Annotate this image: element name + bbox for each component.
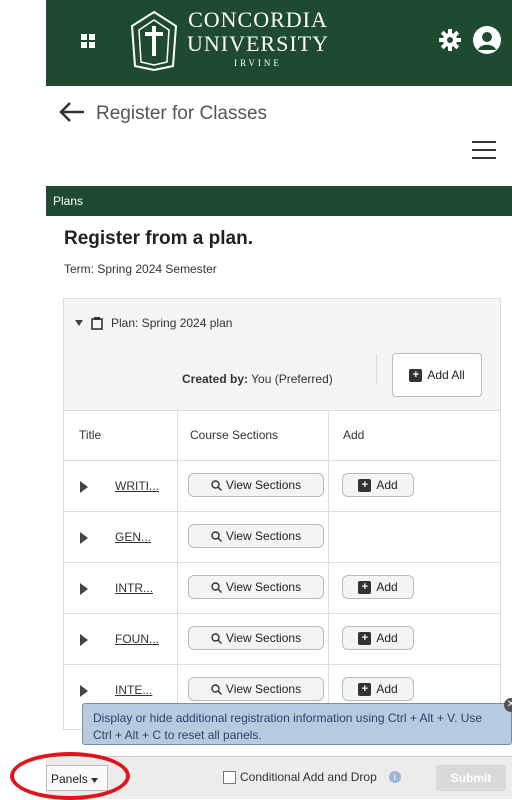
close-icon[interactable]: ✕ — [504, 698, 512, 712]
add-all-label: Add All — [427, 368, 465, 382]
top-navigation-bar: CONCORDIA UNIVERSITY IRVINE — [46, 0, 512, 86]
course-title-link[interactable]: INTR... — [115, 581, 153, 595]
column-header-title: Title — [79, 428, 102, 442]
search-icon — [211, 479, 222, 491]
expand-row-icon[interactable] — [80, 685, 88, 697]
search-icon — [211, 581, 222, 593]
footer-toolbar: Panels Conditional Add and Drop i Submit — [46, 756, 512, 799]
view-sections-label: View Sections — [225, 682, 302, 696]
view-sections-button[interactable]: View Sections — [188, 677, 324, 701]
search-icon — [211, 530, 222, 542]
plus-icon: + — [409, 368, 423, 382]
table-row: WRITI... View Sections + Add — [64, 460, 500, 512]
add-button[interactable]: + Add — [342, 473, 414, 497]
course-title-link[interactable]: INTE... — [115, 683, 152, 697]
view-sections-label: View Sections — [225, 478, 302, 492]
university-logo-text: CONCORDIA UNIVERSITY IRVINE — [187, 8, 329, 70]
plus-icon: + — [358, 631, 372, 645]
table-row: FOUN... View Sections + Add — [64, 613, 500, 665]
section-heading: Register from a plan. — [64, 228, 253, 249]
view-sections-button[interactable]: View Sections — [188, 575, 324, 599]
divider — [376, 354, 377, 384]
add-button[interactable]: + Add — [342, 575, 414, 599]
chevron-down-icon — [91, 778, 99, 783]
conditional-add-drop-option[interactable]: Conditional Add and Drop i — [223, 770, 401, 784]
panels-label: Panels — [51, 772, 88, 786]
logo-line-1: CONCORDIA — [188, 7, 328, 32]
page-subheader: Register for Classes — [46, 86, 512, 186]
panels-help-tooltip: Display or hide additional registration … — [82, 703, 512, 745]
plus-icon: + — [358, 478, 372, 492]
app-frame: CONCORDIA UNIVERSITY IRVINE Register for… — [46, 0, 512, 799]
conditional-checkbox[interactable] — [223, 770, 236, 784]
table-row: GEN... View Sections — [64, 511, 500, 563]
gear-icon[interactable] — [438, 28, 462, 52]
plus-icon: + — [358, 682, 372, 696]
expand-row-icon[interactable] — [80, 481, 88, 493]
plan-name: Plan: Spring 2024 plan — [111, 316, 233, 330]
university-crest-logo — [130, 10, 178, 72]
course-title-link[interactable]: GEN... — [115, 530, 151, 544]
expand-row-icon[interactable] — [80, 634, 88, 646]
add-label: Add — [376, 682, 398, 696]
column-header-course-sections: Course Sections — [190, 428, 279, 442]
add-button[interactable]: + Add — [342, 677, 414, 701]
app-grid-icon[interactable] — [81, 34, 95, 48]
plans-section-bar: Plans — [46, 186, 512, 216]
course-title-link[interactable]: FOUN... — [115, 632, 159, 646]
conditional-label: Conditional Add and Drop — [240, 770, 377, 784]
register-plan-content: Register from a plan. Term: Spring 2024 … — [46, 216, 512, 730]
search-icon — [211, 632, 222, 644]
info-icon[interactable]: i — [388, 771, 401, 783]
created-by-text: Created by: You (Preferred) — [182, 372, 333, 386]
logo-line-3: IRVINE — [234, 58, 282, 68]
plus-icon: + — [358, 580, 372, 594]
add-label: Add — [376, 478, 398, 492]
view-sections-button[interactable]: View Sections — [188, 524, 324, 548]
table-row: INTR... View Sections + Add — [64, 562, 500, 614]
view-sections-label: View Sections — [225, 631, 302, 645]
add-label: Add — [376, 580, 398, 594]
logo-line-2: UNIVERSITY — [187, 31, 329, 56]
add-label: Add — [376, 631, 398, 645]
clipboard-icon — [91, 316, 103, 330]
plan-card: Plan: Spring 2024 plan Created by: You (… — [63, 298, 501, 730]
view-sections-button[interactable]: View Sections — [188, 626, 324, 650]
term-label: Term: Spring 2024 Semester — [64, 262, 217, 276]
hamburger-menu-icon[interactable] — [472, 141, 496, 165]
back-arrow-icon[interactable] — [58, 100, 86, 124]
page-title: Register for Classes — [96, 103, 268, 124]
caret-down-icon — [75, 320, 83, 326]
view-sections-button[interactable]: View Sections — [188, 473, 324, 497]
panels-dropdown-button[interactable]: Panels — [46, 765, 108, 791]
column-header-add: Add — [343, 428, 365, 442]
course-title-link[interactable]: WRITI... — [115, 479, 159, 493]
search-icon — [211, 683, 222, 695]
plan-card-header: Plan: Spring 2024 plan Created by: You (… — [64, 299, 500, 411]
add-all-button[interactable]: + Add All — [392, 353, 482, 397]
view-sections-label: View Sections — [225, 580, 302, 594]
expand-row-icon[interactable] — [80, 532, 88, 544]
created-by-value: You (Preferred) — [251, 372, 333, 386]
user-avatar-icon[interactable] — [473, 26, 501, 54]
submit-button[interactable]: Submit — [436, 765, 506, 791]
add-button[interactable]: + Add — [342, 626, 414, 650]
created-by-label: Created by: — [182, 372, 249, 386]
view-sections-label: View Sections — [225, 529, 302, 543]
expand-row-icon[interactable] — [80, 583, 88, 595]
plan-toggle[interactable]: Plan: Spring 2024 plan — [75, 316, 232, 330]
